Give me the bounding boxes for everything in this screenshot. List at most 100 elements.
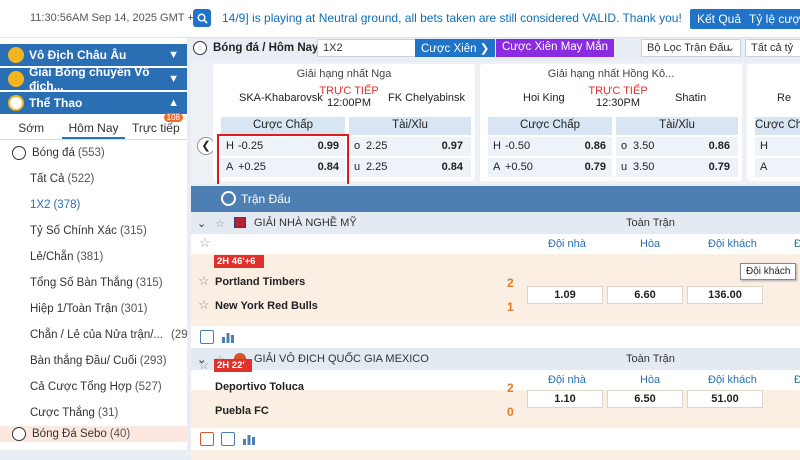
- sidebar-item-label: Tỷ Số Chính Xác: [30, 225, 117, 237]
- sidebar-item-label: Cược Thắng: [30, 407, 95, 419]
- card-handicap-header: Cược Chấp: [755, 117, 800, 135]
- soccer-ball-icon: [12, 146, 26, 160]
- search-button[interactable]: [193, 9, 211, 27]
- matches-header: Trận Đấu: [191, 186, 800, 212]
- chevron-up-icon[interactable]: ▲: [168, 97, 179, 109]
- odds-draw[interactable]: 6.50: [607, 390, 683, 408]
- featured-matches: ❮ Giải hạng nhất Nga SKA-Khabarovsk TRỰC…: [191, 62, 800, 184]
- stats-icon[interactable]: [221, 432, 235, 446]
- sidebar-item-count: (315): [135, 277, 163, 289]
- chevron-down-icon[interactable]: ⌄: [197, 217, 206, 230]
- sidebar-section-sports[interactable]: Thể Thao ▲: [0, 92, 187, 116]
- sidebar-item[interactable]: Chẵn / Lẻ của Nửa trận/... (293): [0, 322, 187, 348]
- odds-cell[interactable]: H: [755, 137, 800, 156]
- odds-side: o: [354, 140, 361, 152]
- field-icon[interactable]: [200, 432, 214, 446]
- star-icon[interactable]: ☆: [198, 297, 210, 313]
- odds-line: 2.25: [366, 140, 388, 152]
- sidebar-item[interactable]: Hiệp 1/Toàn Trận (301): [0, 296, 187, 322]
- col-away: Đội khách: [708, 374, 757, 386]
- league-row[interactable]: ⌄ ☆ GIẢI NHÀ NGHỀ MỸ Toàn Trận: [191, 212, 800, 234]
- odds-line: 2.25: [366, 161, 388, 173]
- lucky-parlay-button[interactable]: Cược Xiên May Mắn: [496, 39, 614, 57]
- star-icon[interactable]: ☆: [198, 357, 210, 373]
- col-away: Đội khách: [708, 238, 757, 250]
- odds-cell[interactable]: H -0.50 0.86: [488, 137, 612, 156]
- odds-value: 0.79: [708, 161, 730, 173]
- odds-cell[interactable]: A +0.50 0.79: [488, 158, 612, 177]
- bar-chart-icon[interactable]: [221, 330, 235, 344]
- results-button[interactable]: Kết Quả: [690, 9, 749, 29]
- star-icon[interactable]: ☆: [199, 235, 211, 251]
- odds-home[interactable]: 1.09: [527, 286, 603, 304]
- full-time-label: Toàn Trận: [626, 217, 675, 229]
- odds-cell[interactable]: u 2.25 0.84: [349, 158, 471, 177]
- trophy-icon: [8, 71, 24, 87]
- featured-card[interactable]: Re Cược Chấp H A: [747, 64, 800, 181]
- odds-value: 0.84: [441, 161, 463, 173]
- sidebar-item[interactable]: Lẻ/Chẵn (381): [0, 244, 187, 270]
- odds-type-select[interactable]: Tất cả tỷ: [745, 39, 800, 57]
- home-team: Portland Timbers: [215, 276, 306, 288]
- odds-value: 0.86: [584, 140, 606, 152]
- sport-label: Bóng Đá Sebo: [32, 428, 107, 440]
- sidebar: Vô Địch Châu Âu ▼ Giải Bóng chuyền Vô đị…: [0, 38, 187, 450]
- col-home: Đội nhà: [548, 374, 586, 386]
- parlay-button[interactable]: Cược Xiên ❯: [415, 39, 496, 57]
- stats-icon[interactable]: [200, 330, 214, 344]
- odds-away[interactable]: 136.00: [687, 286, 763, 304]
- sidebar-tabs: Sớm Hôm Nay Trực tiếp 108: [0, 113, 187, 140]
- featured-card[interactable]: Giải hạng nhất Hồng Kô... Hoi King TRỰC …: [480, 64, 742, 181]
- odds-button[interactable]: Tỷ lệ cược: [742, 9, 800, 29]
- col-draw: Hòa: [640, 374, 661, 386]
- tab-early[interactable]: Sớm: [0, 116, 62, 139]
- tab-today[interactable]: Hôm Nay: [62, 116, 125, 139]
- sidebar-item[interactable]: Cả Cược Tổng Hợp (527): [0, 374, 187, 400]
- sidebar-sport-sebo[interactable]: Bóng Đá Sebo (40): [0, 426, 187, 442]
- home-team: Deportivo Toluca: [215, 381, 305, 393]
- search-icon: [197, 13, 208, 24]
- sidebar-item[interactable]: Tổng Số Bàn Thắng (315): [0, 270, 187, 296]
- chevron-down-icon[interactable]: ▼: [168, 49, 179, 61]
- odds-cell[interactable]: o 2.25 0.97: [349, 137, 471, 156]
- odds-line: +0.50: [505, 161, 533, 173]
- sidebar-item[interactable]: Tỷ Số Chính Xác (315): [0, 218, 187, 244]
- live-count-badge: 108: [163, 113, 183, 122]
- league-row[interactable]: ⌄ ☆ GIẢI VÔ ĐỊCH QUỐC GIA MEXICO Toàn Tr…: [191, 348, 800, 370]
- star-icon[interactable]: ☆: [198, 273, 210, 289]
- odds-cell[interactable]: A: [755, 158, 800, 177]
- soccer-ball-icon: [12, 427, 26, 441]
- tab-live[interactable]: Trực tiếp 108: [125, 113, 187, 139]
- matches-header-label: Trận Đấu: [241, 192, 291, 206]
- away-team: New York Red Bulls: [215, 300, 318, 312]
- match-row[interactable]: 2H 46'+6 ☆ Portland Timbers 2 ☆ New York…: [191, 254, 800, 326]
- star-icon[interactable]: ☆: [215, 217, 225, 230]
- sidebar-item[interactable]: Bàn thắng Đầu/ Cuối (293): [0, 348, 187, 374]
- chevron-down-icon[interactable]: ▼: [168, 73, 179, 85]
- market-select-value: 1X2: [323, 42, 343, 54]
- bar-chart-icon[interactable]: [242, 432, 256, 446]
- home-score: 2: [507, 381, 514, 395]
- card-ou-header: Tài/Xỉu: [349, 117, 471, 135]
- odds-side: A: [493, 161, 501, 173]
- card-home-team: Re: [777, 92, 792, 104]
- odds-home[interactable]: 1.10: [527, 390, 603, 408]
- sidebar-item-count: (31): [97, 407, 119, 419]
- match-filter-select[interactable]: Bộ Lọc Trận Đấu ⌄: [641, 39, 741, 57]
- match-tools-row: [191, 428, 800, 450]
- match-tools-row: [191, 326, 800, 348]
- card-away-team: FK Chelyabinsk: [388, 92, 466, 104]
- sport-count: (40): [109, 428, 131, 440]
- sidebar-item-active[interactable]: 1X2 (378): [0, 192, 187, 218]
- sidebar-item-count: (527): [134, 381, 162, 393]
- sports-icon: [8, 95, 24, 111]
- sidebar-item[interactable]: Tất Cả (522): [0, 166, 187, 192]
- odds-cell[interactable]: o 3.50 0.86: [616, 137, 738, 156]
- odds-cell[interactable]: u 3.50 0.79: [616, 158, 738, 177]
- sidebar-item[interactable]: Cược Thắng (31): [0, 400, 187, 426]
- odds-draw[interactable]: 6.60: [607, 286, 683, 304]
- odds-away[interactable]: 51.00: [687, 390, 763, 408]
- sidebar-sport-soccer[interactable]: Bóng đá (553): [0, 140, 187, 166]
- home-score: 2: [507, 276, 514, 290]
- sidebar-section-volleyball[interactable]: Giải Bóng chuyền Vô địch... ▼: [0, 65, 187, 93]
